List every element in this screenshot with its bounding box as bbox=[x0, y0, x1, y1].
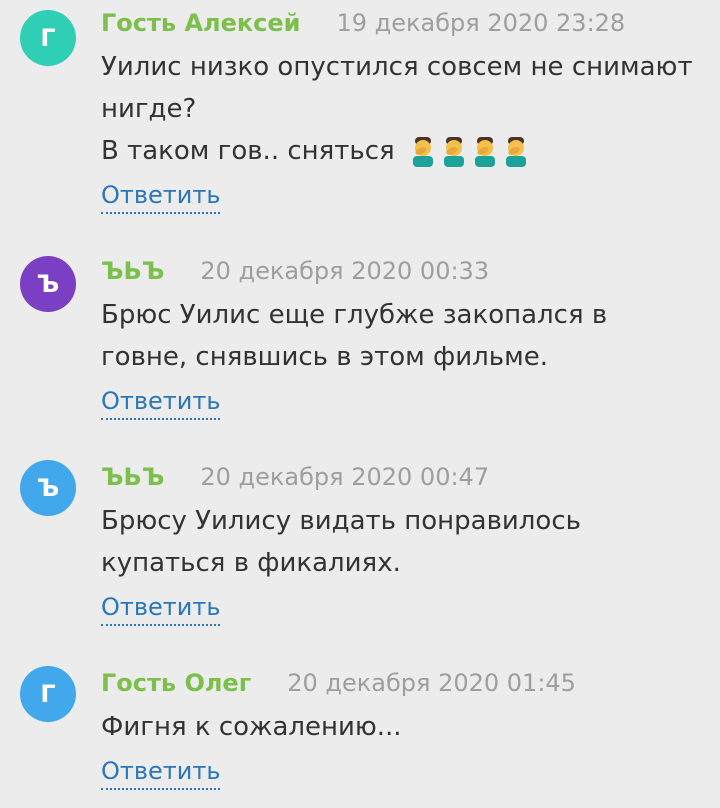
comment-text-line: Фигня к сожалению... bbox=[101, 712, 402, 742]
comment-date: 20 декабря 2020 01:45 bbox=[287, 669, 576, 697]
comment-text: Уилис низко опустился совсем не снимают … bbox=[101, 46, 701, 173]
comment-text-line: Брюсу Уилису видать понравилось купаться… bbox=[101, 506, 581, 578]
comment-date: 20 декабря 2020 00:47 bbox=[200, 463, 490, 491]
emoji-group bbox=[409, 131, 533, 173]
comment-author[interactable]: ЪЬЪ bbox=[101, 257, 164, 285]
comment-meta: Гость Алексей 19 декабря 2020 23:28 bbox=[101, 8, 625, 41]
reply-button[interactable]: Ответить bbox=[101, 180, 221, 214]
comment-author[interactable]: ЪЬЪ bbox=[101, 463, 164, 491]
comment-date: 19 декабря 2020 23:28 bbox=[336, 9, 626, 37]
comment-meta: Гость Олег 20 декабря 2020 01:45 bbox=[101, 668, 576, 701]
man-facepalming-icon bbox=[474, 137, 495, 167]
comment-author[interactable]: Гость Алексей bbox=[101, 9, 301, 37]
reply-button[interactable]: Ответить bbox=[101, 756, 221, 790]
comment-text: Фигня к сожалению... bbox=[101, 706, 701, 748]
comment-text: Брюс Уилис еще глубже закопался в говне,… bbox=[101, 294, 701, 378]
comment-meta: ЪЬЪ 20 декабря 2020 00:33 bbox=[101, 256, 489, 289]
comment-text-fragment: В таком гов.. сняться bbox=[101, 136, 395, 166]
comment-author[interactable]: Гость Олег bbox=[101, 669, 251, 697]
reply-button[interactable]: Ответить bbox=[101, 592, 221, 626]
avatar: Г bbox=[20, 10, 76, 66]
man-facepalming-icon bbox=[412, 137, 433, 167]
comment-text-line: Брюс Уилис еще глубже закопался в говне,… bbox=[101, 300, 608, 372]
comment-date: 20 декабря 2020 00:33 bbox=[200, 257, 490, 285]
avatar: Г bbox=[20, 666, 76, 722]
avatar: Ъ bbox=[20, 460, 76, 516]
avatar: Ъ bbox=[20, 256, 76, 312]
comment-meta: ЪЬЪ 20 декабря 2020 00:47 bbox=[101, 462, 489, 495]
man-facepalming-icon bbox=[443, 137, 464, 167]
man-facepalming-icon bbox=[505, 137, 526, 167]
comment-text: Брюсу Уилису видать понравилось купаться… bbox=[101, 500, 701, 584]
comment-text-line: В таком гов.. сняться bbox=[101, 130, 701, 173]
reply-button[interactable]: Ответить bbox=[101, 386, 221, 420]
comment-text-line: Уилис низко опустился совсем не снимают … bbox=[101, 52, 693, 124]
